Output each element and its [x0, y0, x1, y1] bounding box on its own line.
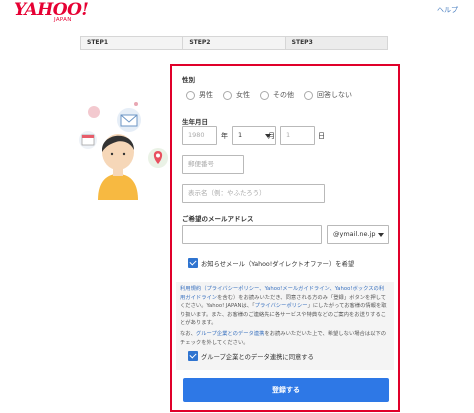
birth-year-input[interactable]: 1980	[182, 126, 217, 145]
yahoo-japan-logo[interactable]: YAHOO! JAPAN	[14, 0, 89, 26]
radio-icon	[260, 90, 269, 100]
radio-icon	[186, 90, 195, 100]
newsletter-checkbox[interactable]	[188, 258, 198, 268]
year-unit: 年	[221, 132, 228, 140]
display-name-input[interactable]: 表示名（例：やふたろう）	[182, 184, 325, 203]
group-consent-label: グループ企業とのデータ連携に同意する	[201, 354, 314, 361]
gender-label: 性別	[182, 76, 195, 84]
group-consent-checkbox[interactable]	[188, 351, 198, 361]
calendar-icon	[79, 131, 97, 149]
email-domain-select[interactable]: @ymail.ne.jp	[327, 225, 389, 244]
group-data-link[interactable]: グループ企業とのデータ連携	[196, 331, 265, 337]
person-icon	[98, 134, 138, 200]
month-unit: 月	[268, 132, 275, 140]
step-indicator: STEP1 STEP2 STEP3	[80, 36, 388, 50]
location-pin-icon	[148, 148, 168, 168]
user-illustration	[79, 102, 168, 200]
background-dot-icon	[88, 106, 100, 118]
birthdate-label: 生年月日	[182, 118, 208, 126]
group-data-notice: なお、グループ企業とのデータ連携をお読みいただいた上で、希望しない場合は以下のチ…	[180, 331, 387, 346]
privacy-policy-link[interactable]: プライバシーポリシー	[255, 303, 308, 309]
gender-option-other[interactable]: その他	[260, 90, 294, 100]
gender-option-male[interactable]: 男性	[186, 90, 213, 100]
gender-options: 男性 女性 その他 回答しない	[186, 90, 362, 100]
email-input[interactable]	[182, 225, 322, 244]
radio-icon	[304, 90, 313, 100]
birth-day-input[interactable]: 1	[280, 126, 315, 145]
step-3: STEP3	[285, 37, 387, 49]
newsletter-label: お知らせメール（Yahoo!ダイレクトオファー）を希望	[201, 261, 355, 268]
email-label: ご希望のメールアドレス	[182, 215, 254, 223]
logo-sub: JAPAN	[54, 17, 72, 23]
logo-text: YAHOO!	[14, 0, 89, 20]
radio-icon	[223, 90, 232, 100]
gender-option-no-answer[interactable]: 回答しない	[304, 90, 352, 100]
register-button[interactable]: 登録する	[183, 378, 389, 402]
gender-option-female[interactable]: 女性	[223, 90, 250, 100]
postal-code-input[interactable]: 郵便番号	[182, 155, 244, 174]
chevron-down-icon	[378, 233, 384, 237]
step-2: STEP2	[183, 37, 286, 49]
terms-text: 利用規約（プライバシーポリシー、Yahoo!メールガイドライン、Yahoo!ボッ…	[180, 286, 387, 326]
mail-icon	[117, 108, 141, 132]
day-unit: 日	[318, 132, 325, 140]
step-1: STEP1	[81, 37, 184, 49]
help-link[interactable]: ヘルプ	[437, 5, 458, 15]
